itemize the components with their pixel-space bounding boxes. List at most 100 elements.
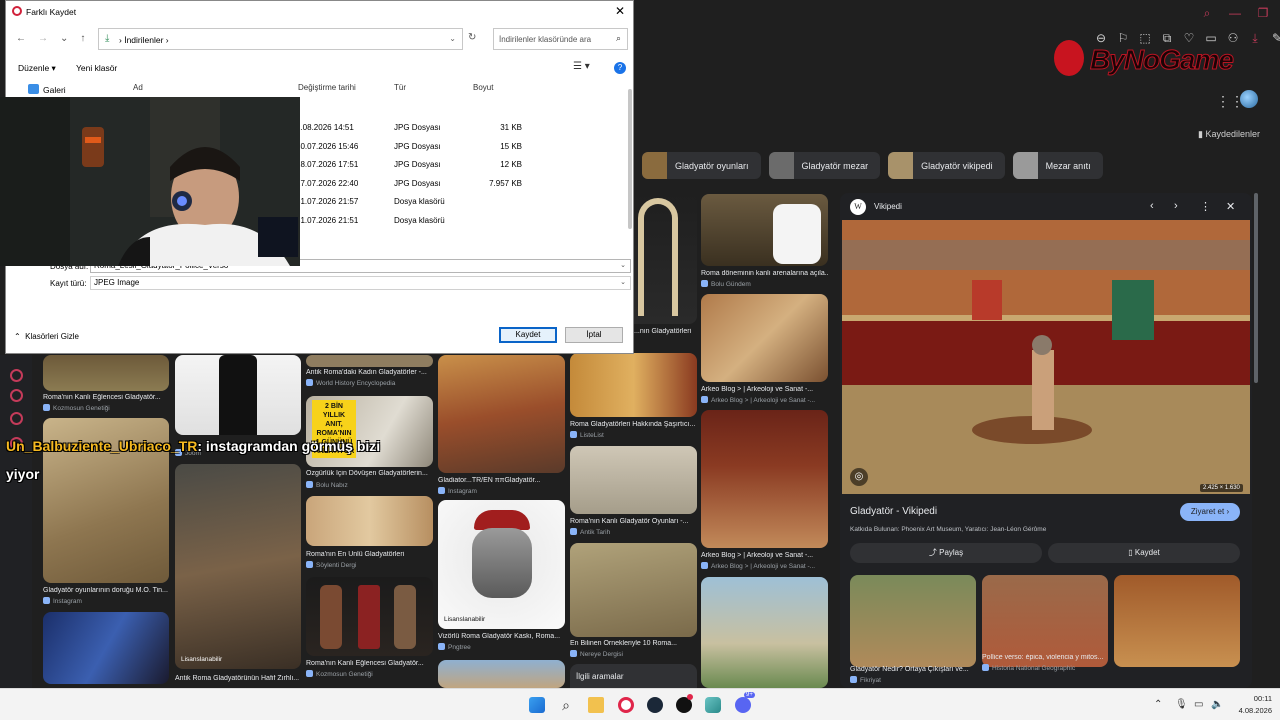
clock[interactable]: 00:11 4.08.2026: [1226, 693, 1272, 717]
lens-icon[interactable]: ◎: [850, 468, 868, 486]
chevron-right-icon[interactable]: ›: [1174, 200, 1178, 212]
image-tile[interactable]: [306, 496, 433, 546]
image-tile[interactable]: [701, 294, 828, 382]
chevron-up-icon[interactable]: ⌃: [1154, 699, 1162, 710]
visit-button[interactable]: Ziyaret et ›: [1180, 503, 1240, 521]
image-tile[interactable]: Lisanslanabilir: [175, 464, 301, 669]
panel-site-name[interactable]: Vikipedi: [874, 202, 902, 211]
hide-folders-button[interactable]: ⌃ Klasörleri Gizle: [14, 332, 79, 341]
cancel-button[interactable]: İptal: [565, 327, 623, 343]
minimize-icon[interactable]: —: [1228, 6, 1242, 20]
tile-caption[interactable]: ...nın Gladyatörleri: [634, 328, 697, 335]
related-image[interactable]: [1114, 575, 1240, 667]
download-icon[interactable]: ⤓: [1248, 31, 1262, 45]
tile-caption[interactable]: Antik Roma Gladyatörünün Hafif Zırhlı...: [175, 675, 301, 682]
chip-gladyator-vikipedi[interactable]: Gladyatör vikipedi: [888, 152, 1005, 179]
forward-icon[interactable]: →: [38, 33, 48, 44]
refresh-icon[interactable]: ↻: [468, 32, 476, 43]
file-list-scrollbar[interactable]: [628, 89, 632, 229]
up-icon[interactable]: ↑: [80, 33, 85, 44]
address-bar[interactable]: ⤓ › İndirilenler › ⌄: [98, 28, 463, 50]
search-icon[interactable]: ⌕: [558, 697, 574, 713]
image-tile[interactable]: [306, 577, 433, 656]
file-row[interactable]: 30.07.2026 15:46 JPG Dosyası 15 KB: [296, 142, 616, 160]
save-image-button[interactable]: ▯ Kaydet: [1048, 543, 1240, 563]
column-name[interactable]: Ad: [133, 83, 143, 92]
related-caption[interactable]: Gladyatör Nedir? Ortaya Çıkışları ve...: [850, 666, 976, 673]
tile-caption[interactable]: Antik Roma'daki Kadın Gladyatörler -...: [306, 369, 433, 376]
tile-caption[interactable]: Vizörlü Roma Gladyatör Kaskı, Roma...: [438, 633, 565, 640]
image-tile[interactable]: [701, 577, 828, 688]
search-input[interactable]: İndirilenler klasöründe ara ⌕: [493, 28, 628, 50]
image-tile[interactable]: Lisanslanabilir: [438, 500, 565, 629]
tile-caption[interactable]: Roma'nın Kanlı Gladyatör Oyunları -...: [570, 518, 697, 525]
discord-icon[interactable]: [735, 697, 751, 713]
bookmark-icon[interactable]: ⚐: [1116, 31, 1130, 45]
file-row[interactable]: 28.07.2026 17:51 JPG Dosyası 12 KB: [296, 160, 616, 178]
account-icon[interactable]: ⚇: [1226, 31, 1240, 45]
zoom-icon[interactable]: ⊖: [1094, 31, 1108, 45]
tile-caption[interactable]: Roma döneminin kanlı arenalarına açıla..…: [701, 270, 828, 277]
chevron-left-icon[interactable]: ‹: [1150, 200, 1154, 212]
file-explorer-icon[interactable]: [588, 697, 604, 713]
recent-dropdown-icon[interactable]: ⌄: [60, 33, 68, 44]
ai-icon[interactable]: ✎: [1270, 31, 1280, 45]
folder-row[interactable]: 31.07.2026 21:57 Dosya klasörü: [296, 197, 616, 215]
more-icon[interactable]: ⋮: [1200, 200, 1211, 213]
tile-caption[interactable]: En Bilinen Örnekleriyle 10 Roma...: [570, 640, 697, 647]
scrollbar[interactable]: [1254, 193, 1258, 383]
related-caption[interactable]: Pollice verso: épica, violencia y mitos.…: [982, 654, 1108, 661]
column-type[interactable]: Tür: [394, 83, 406, 92]
view-options-icon[interactable]: ☰ ▾: [573, 61, 590, 72]
tile-caption[interactable]: Roma'nın En Ünlü Gladyatörleri: [306, 551, 433, 558]
save-button[interactable]: Kaydet: [499, 327, 557, 343]
tile-caption[interactable]: Arkeo Blog > | Arkeoloji ve Sanat -...: [701, 386, 828, 393]
image-tile[interactable]: [438, 660, 565, 688]
filetype-select[interactable]: JPEG Image ⌄: [90, 276, 631, 290]
chevron-down-icon[interactable]: ⌄: [620, 277, 626, 289]
tile-caption[interactable]: Arkeo Blog > | Arkeoloji ve Sanat -...: [701, 552, 828, 559]
help-icon[interactable]: ?: [614, 62, 626, 74]
column-modified[interactable]: Değiştirme tarihi: [298, 83, 356, 92]
folder-row[interactable]: 31.07.2026 21:51 Dosya klasörü: [296, 216, 616, 234]
image-tile[interactable]: [570, 353, 697, 417]
microphone-icon[interactable]: 🎙: [1175, 699, 1188, 710]
extensions-icon[interactable]: ⧉: [1160, 31, 1174, 45]
image-tile[interactable]: [43, 355, 169, 391]
tile-caption[interactable]: Roma Gladyatörleri Hakkında Şaşırtıcı...: [570, 421, 697, 428]
tile-caption[interactable]: Gladiator...TR/EN ππGladyatör...: [438, 477, 565, 484]
dialog-close-icon[interactable]: ✕: [615, 4, 625, 18]
chip-gladyator-mezar[interactable]: Gladyatör mezar: [768, 152, 881, 179]
chip-gladyator-oyunlari[interactable]: Gladyatör oyunları: [642, 152, 761, 179]
snapshot-icon[interactable]: ⬚: [1138, 31, 1152, 45]
volume-icon[interactable]: 🔈: [1211, 699, 1223, 710]
steam-icon[interactable]: [647, 697, 663, 713]
app-icon[interactable]: [705, 697, 721, 713]
file-row[interactable]: 2.08.2026 14:51 JPG Dosyası 31 KB: [296, 123, 616, 141]
image-tile[interactable]: [306, 355, 433, 367]
image-tile[interactable]: [570, 446, 697, 514]
network-icon[interactable]: ▭: [1194, 699, 1203, 710]
start-icon[interactable]: [529, 697, 545, 713]
share-button[interactable]: ⤴ Paylaş: [850, 543, 1042, 563]
image-tile[interactable]: [701, 194, 828, 266]
new-folder-button[interactable]: Yeni klasör: [76, 63, 117, 73]
avatar[interactable]: [1240, 90, 1258, 108]
tile-caption[interactable]: Gladyatör oyunlarının doruğu M.Ö. Tin...: [43, 587, 169, 594]
chip-mezar-aniti[interactable]: Mezar anıtı: [1012, 152, 1103, 179]
sidebar-player-icon[interactable]: [10, 369, 23, 382]
nav-item-gallery[interactable]: Galeri: [43, 85, 66, 95]
address-dropdown-icon[interactable]: ⌄: [449, 34, 456, 43]
panel-title[interactable]: Gladyatör - Vikipedi: [850, 506, 937, 517]
breadcrumb[interactable]: › İndirilenler ›: [119, 35, 169, 45]
related-image[interactable]: [850, 575, 976, 667]
organize-button[interactable]: Düzenle ▾: [18, 63, 56, 74]
heart-icon[interactable]: ♡: [1182, 31, 1196, 45]
wallet-icon[interactable]: ▭: [1204, 31, 1218, 45]
tile-caption[interactable]: Roma'nın Kanlı Eğlencesi Gladyatör...: [306, 660, 433, 667]
file-row[interactable]: 27.07.2026 22:40 JPG Dosyası 7.957 KB: [296, 179, 616, 197]
image-tile[interactable]: [43, 612, 169, 684]
search-icon[interactable]: ⌕: [1200, 6, 1214, 20]
opera-gx-icon[interactable]: [618, 697, 634, 713]
saved-link[interactable]: ▮ Kaydedilenler: [1198, 129, 1260, 140]
